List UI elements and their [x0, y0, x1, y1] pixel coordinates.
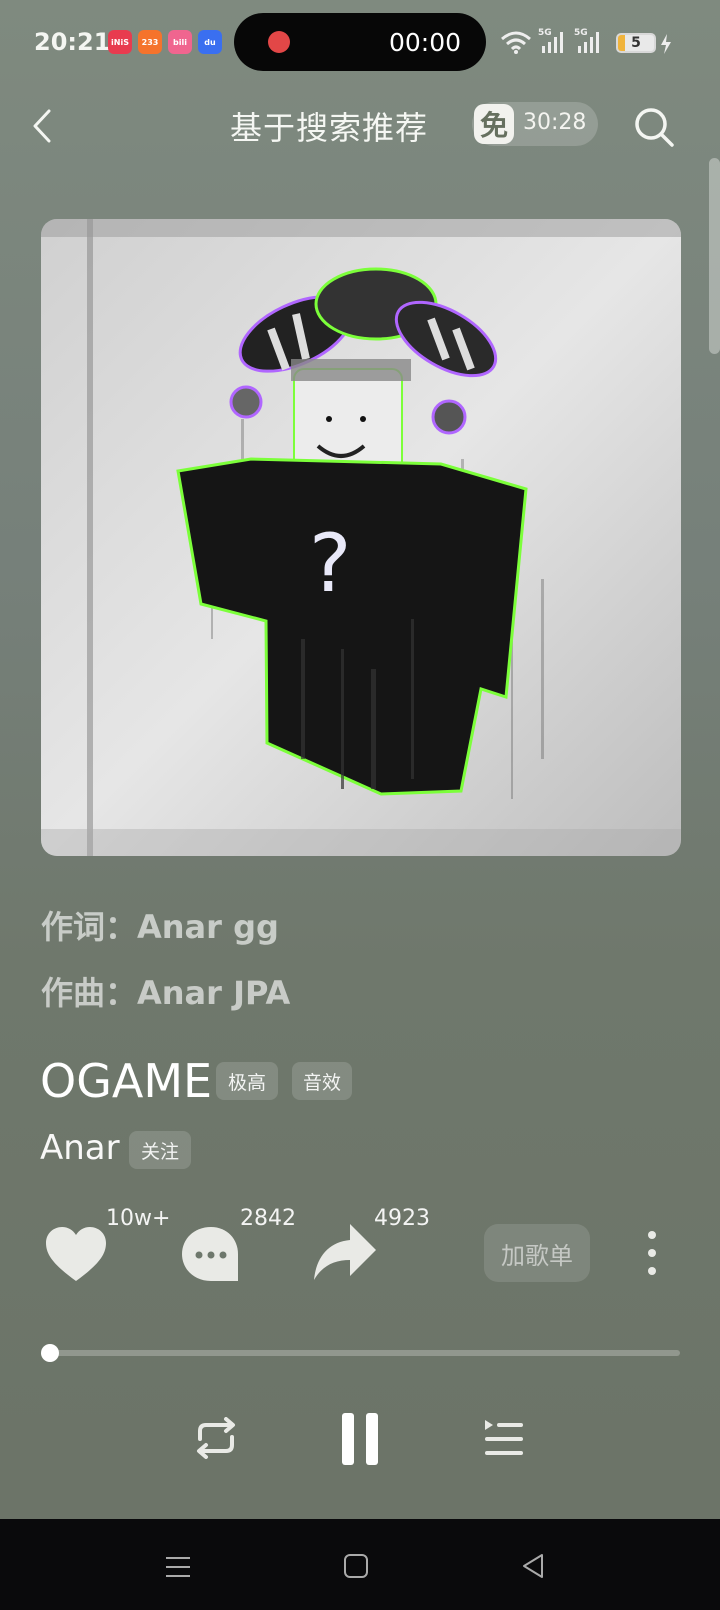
battery-level-fill	[618, 35, 626, 51]
battery-indicator: 5	[616, 33, 656, 53]
progress-knob[interactable]	[41, 1344, 59, 1362]
add-to-playlist-button[interactable]: 加歌单	[484, 1224, 590, 1282]
status-time: 20:21	[34, 28, 111, 56]
comment-count: 2842	[240, 1206, 296, 1231]
artist-name[interactable]: Anar	[40, 1128, 120, 1168]
wifi-icon	[501, 31, 531, 54]
iqiyi-app-icon: iNiS	[108, 30, 132, 54]
like-heart-icon[interactable]	[44, 1225, 108, 1283]
page-title: 基于搜索推荐	[230, 109, 429, 147]
lyricist-credit: 作词：Anar gg	[41, 908, 279, 946]
home-icon[interactable]	[343, 1553, 369, 1579]
like-count: 10w+	[106, 1206, 171, 1231]
recording-time: 00:00	[389, 28, 462, 57]
progress-bar[interactable]	[48, 1350, 680, 1356]
scrollbar[interactable]	[709, 158, 720, 354]
sound-effect-tag[interactable]: 音效	[292, 1062, 352, 1100]
share-count: 4923	[374, 1206, 430, 1231]
repeat-icon[interactable]	[192, 1417, 240, 1459]
free-icon: 免	[474, 104, 514, 144]
comment-icon[interactable]	[180, 1225, 242, 1283]
signal-1-icon	[542, 32, 563, 53]
song-title: OGAME	[40, 1054, 213, 1108]
pause-icon[interactable]	[340, 1413, 380, 1465]
charging-icon	[661, 34, 671, 54]
back-arrow-icon[interactable]	[30, 108, 54, 144]
battery-level-text: 5	[631, 35, 641, 51]
baidu-app-icon: du	[198, 30, 222, 54]
bilibili-app-icon: bili	[168, 30, 192, 54]
free-time-remaining: 30:28	[523, 110, 587, 135]
composer-credit: 作曲：Anar JPA	[41, 974, 291, 1012]
svg-text:?: ?	[309, 517, 351, 610]
menu-icon[interactable]	[164, 1555, 192, 1579]
album-cover-art: ?	[41, 219, 681, 856]
quality-tag[interactable]: 极高	[216, 1062, 278, 1100]
back-icon[interactable]	[520, 1553, 546, 1579]
signal-2-icon	[578, 32, 599, 53]
follow-button[interactable]: 关注	[129, 1131, 191, 1169]
system-navigation-bar	[0, 1519, 720, 1610]
album-cover[interactable]: ?	[41, 219, 681, 856]
search-icon[interactable]	[633, 106, 675, 148]
233-app-icon: 233	[138, 30, 162, 54]
more-options-icon[interactable]	[646, 1230, 658, 1276]
record-dot-icon	[268, 31, 290, 53]
share-icon[interactable]	[312, 1222, 378, 1282]
playlist-queue-icon[interactable]	[483, 1418, 525, 1458]
